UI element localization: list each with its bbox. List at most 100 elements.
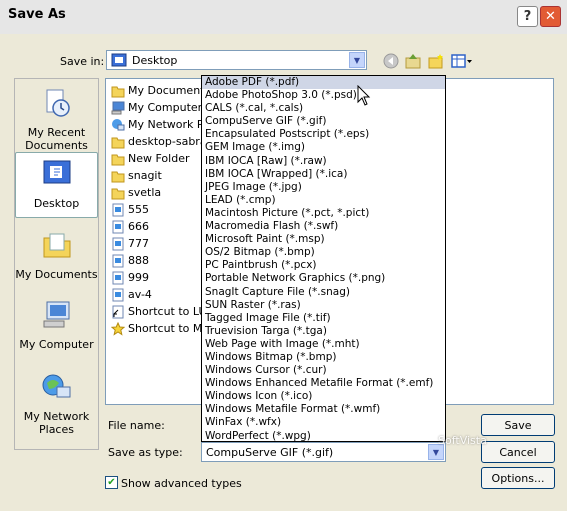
- list-item[interactable]: Web Page with Image (*.mht): [202, 338, 445, 351]
- place-label: My Documents: [15, 268, 98, 281]
- place-desktop[interactable]: Desktop: [15, 152, 98, 218]
- list-item[interactable]: Macromedia Flash (*.swf): [202, 220, 445, 233]
- places-bar: My Recent Documents Desktop My Documents: [14, 78, 99, 450]
- watermark: SoftVista: [438, 434, 487, 447]
- dialog-title: Save As: [8, 7, 66, 22]
- list-item[interactable]: PC Paintbrush (*.pcx): [202, 259, 445, 272]
- list-item[interactable]: Windows Icon (*.ico): [202, 390, 445, 403]
- place-label: Desktop: [33, 197, 80, 210]
- show-advanced-types-checkbox[interactable]: ✔: [105, 476, 118, 489]
- list-item[interactable]: Windows Bitmap (*.bmp): [202, 351, 445, 364]
- list-item[interactable]: GEM Image (*.img): [202, 141, 445, 154]
- list-item[interactable]: New Folder: [111, 150, 189, 167]
- image-file-icon: [112, 220, 124, 233]
- folder-icon: [111, 137, 125, 148]
- list-item[interactable]: svetla: [111, 184, 161, 201]
- recent-documents-icon: [46, 89, 70, 117]
- network-places-icon: [112, 118, 125, 130]
- save-in-dropdown[interactable]: Desktop ▼: [106, 50, 367, 70]
- list-item[interactable]: Portable Network Graphics (*.png): [202, 272, 445, 285]
- list-item[interactable]: snagit: [111, 167, 162, 184]
- list-item[interactable]: 777: [111, 235, 149, 252]
- image-file-icon: [112, 288, 124, 301]
- options-button[interactable]: Options...: [481, 467, 555, 489]
- list-item[interactable]: Tagged Image File (*.tif): [202, 312, 445, 325]
- shortcut-icon: [112, 305, 124, 318]
- my-documents-icon: [111, 86, 125, 97]
- list-item[interactable]: IBM IOCA [Wrapped] (*.ica): [202, 168, 445, 181]
- list-item[interactable]: LEAD (*.cmp): [202, 194, 445, 207]
- save-as-type-dropdown[interactable]: CompuServe GIF (*.gif) ▼: [201, 442, 446, 462]
- list-item[interactable]: Windows Metafile Format (*.wmf): [202, 403, 445, 416]
- list-item[interactable]: Windows Enhanced Metafile Format (*.emf): [202, 377, 445, 390]
- place-label: My Computer: [19, 338, 94, 351]
- close-icon: ✕: [545, 9, 556, 24]
- close-button[interactable]: ✕: [540, 6, 561, 27]
- up-folder-icon[interactable]: [405, 53, 421, 69]
- image-file-icon: [112, 237, 124, 250]
- mouse-pointer-icon: [357, 85, 371, 106]
- save-as-type-value: CompuServe GIF (*.gif): [206, 445, 334, 459]
- list-item[interactable]: Macintosh Picture (*.pct, *.pict): [202, 207, 445, 220]
- list-item[interactable]: Microsoft Paint (*.msp): [202, 233, 445, 246]
- list-item[interactable]: WinFax (*.wfx): [202, 416, 445, 429]
- help-button[interactable]: ?: [517, 6, 538, 27]
- cancel-button[interactable]: Cancel: [481, 441, 555, 463]
- file-name-label: File name:: [108, 419, 165, 432]
- checkmark-icon: ✔: [107, 477, 116, 488]
- list-item[interactable]: CALS (*.cal, *.cals): [202, 102, 445, 115]
- new-folder-icon[interactable]: [428, 53, 444, 69]
- list-item[interactable]: Windows Cursor (*.cur): [202, 364, 445, 377]
- list-item[interactable]: CompuServe GIF (*.gif): [202, 115, 445, 128]
- title-bar[interactable]: Save As ? ✕: [0, 0, 567, 34]
- list-item[interactable]: 999: [111, 269, 149, 286]
- back-icon[interactable]: [383, 53, 399, 69]
- list-item[interactable]: Adobe PDF (*.pdf): [202, 76, 445, 90]
- list-item[interactable]: JPEG Image (*.jpg): [202, 181, 445, 194]
- list-item[interactable]: IBM IOCA [Raw] (*.raw): [202, 155, 445, 168]
- save-in-value: Desktop: [132, 53, 178, 67]
- place-label: My Network Places: [23, 410, 90, 436]
- list-item[interactable]: desktop-sabran: [111, 133, 214, 150]
- save-as-dialog: Save As ? ✕ Save in: Desktop ▼ My Recent…: [0, 0, 567, 511]
- my-documents-icon: [43, 233, 70, 258]
- folder-icon: [111, 154, 125, 165]
- list-item[interactable]: av-4: [111, 286, 152, 303]
- file-type-dropdown-list[interactable]: Adobe PDF (*.pdf) Adobe PhotoShop 3.0 (*…: [201, 75, 446, 442]
- list-item[interactable]: Truevision Targa (*.tga): [202, 325, 445, 338]
- save-button[interactable]: Save: [481, 414, 555, 436]
- place-network-places[interactable]: My Network Places: [15, 371, 98, 436]
- folder-icon: [111, 188, 125, 199]
- list-item[interactable]: SUN Raster (*.ras): [202, 299, 445, 312]
- my-computer-icon: [111, 101, 125, 114]
- place-my-computer[interactable]: My Computer: [15, 299, 98, 351]
- my-computer-icon: [43, 301, 69, 328]
- list-item[interactable]: Encapsulated Postscript (*.eps): [202, 128, 445, 141]
- chevron-down-icon[interactable]: ▼: [349, 52, 365, 68]
- folder-icon: [111, 171, 125, 182]
- shortcut-icon: [111, 321, 125, 336]
- place-my-documents[interactable]: My Documents: [15, 229, 98, 281]
- list-item[interactable]: WordPerfect (*.wpg): [202, 430, 445, 441]
- network-places-icon: [42, 374, 70, 398]
- list-item[interactable]: Adobe PhotoShop 3.0 (*.psd): [202, 89, 445, 102]
- list-item[interactable]: 888: [111, 252, 149, 269]
- show-advanced-types-label: Show advanced types: [121, 477, 242, 490]
- list-item[interactable]: OS/2 Bitmap (*.bmp): [202, 246, 445, 259]
- list-item[interactable]: My Documents: [111, 82, 210, 99]
- help-icon: ?: [523, 9, 532, 24]
- views-menu-icon[interactable]: [451, 53, 473, 69]
- list-item[interactable]: 666: [111, 218, 149, 235]
- place-recent-documents[interactable]: My Recent Documents: [15, 87, 98, 152]
- save-as-type-label: Save as type:: [108, 446, 183, 459]
- image-file-icon: [112, 254, 124, 267]
- image-file-icon: [112, 203, 124, 216]
- desktop-icon: [111, 53, 127, 67]
- place-label: My Recent Documents: [25, 126, 88, 152]
- list-item[interactable]: My Computer: [111, 99, 202, 116]
- image-file-icon: [112, 271, 124, 284]
- desktop-icon: [43, 160, 70, 184]
- list-item[interactable]: 555: [111, 201, 149, 218]
- save-in-label: Save in:: [60, 55, 105, 68]
- list-item[interactable]: SnagIt Capture File (*.snag): [202, 286, 445, 299]
